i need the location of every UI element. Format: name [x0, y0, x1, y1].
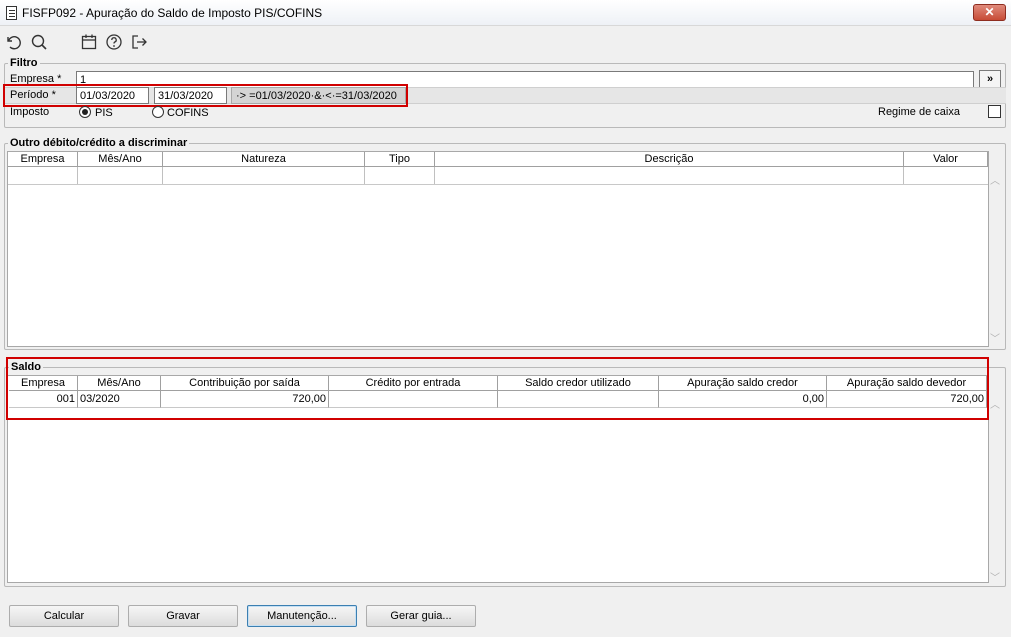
- document-icon: [6, 6, 17, 20]
- regime-caixa-label: Regime de caixa: [878, 106, 960, 118]
- saldo-scroll-down-icon[interactable]: ﹀: [990, 569, 1000, 584]
- regime-caixa-checkbox[interactable]: [988, 105, 1001, 118]
- manutencao-button[interactable]: Manutenção...: [247, 605, 357, 627]
- pis-radio[interactable]: [79, 106, 91, 118]
- outro-col-descricao[interactable]: Descrição: [435, 152, 904, 167]
- outro-col-mes-ano[interactable]: Mês/Ano: [78, 152, 163, 167]
- search-icon[interactable]: [30, 33, 48, 51]
- gerar-guia-button[interactable]: Gerar guia...: [366, 605, 476, 627]
- outro-col-valor[interactable]: Valor: [904, 152, 988, 167]
- filtro-title: Filtro: [8, 57, 40, 69]
- outro-col-natureza[interactable]: Natureza: [163, 152, 365, 167]
- close-button[interactable]: ✕: [973, 4, 1006, 21]
- outro-scroll-down-icon[interactable]: ﹀: [990, 330, 1000, 345]
- cofins-radio[interactable]: [152, 106, 164, 118]
- window-title: FISFP092 - Apuração do Saldo de Imposto …: [22, 6, 323, 20]
- exit-icon[interactable]: [130, 33, 148, 51]
- outro-scroll-up-icon[interactable]: ︿: [990, 172, 1000, 187]
- calendar-icon[interactable]: [80, 33, 98, 51]
- imposto-label: Imposto: [10, 106, 50, 118]
- expand-button[interactable]: »: [979, 70, 1001, 88]
- outro-title: Outro débito/crédito a discriminar: [8, 137, 190, 149]
- help-icon[interactable]: [105, 33, 123, 51]
- undo-icon[interactable]: [4, 33, 22, 51]
- saldo-scroll-up-icon[interactable]: ︿: [990, 396, 1000, 411]
- outro-col-tipo[interactable]: Tipo: [365, 152, 435, 167]
- cofins-radio-label[interactable]: COFINS: [167, 107, 209, 119]
- outro-col-empresa[interactable]: Empresa: [8, 152, 78, 167]
- outro-empty-row[interactable]: [8, 167, 988, 185]
- calcular-button[interactable]: Calcular: [9, 605, 119, 627]
- gravar-button[interactable]: Gravar: [128, 605, 238, 627]
- pis-radio-label[interactable]: PIS: [95, 107, 113, 119]
- periodo-highlight: [3, 84, 408, 107]
- title-bar: FISFP092 - Apuração do Saldo de Imposto …: [0, 0, 1011, 26]
- saldo-highlight: [6, 357, 989, 420]
